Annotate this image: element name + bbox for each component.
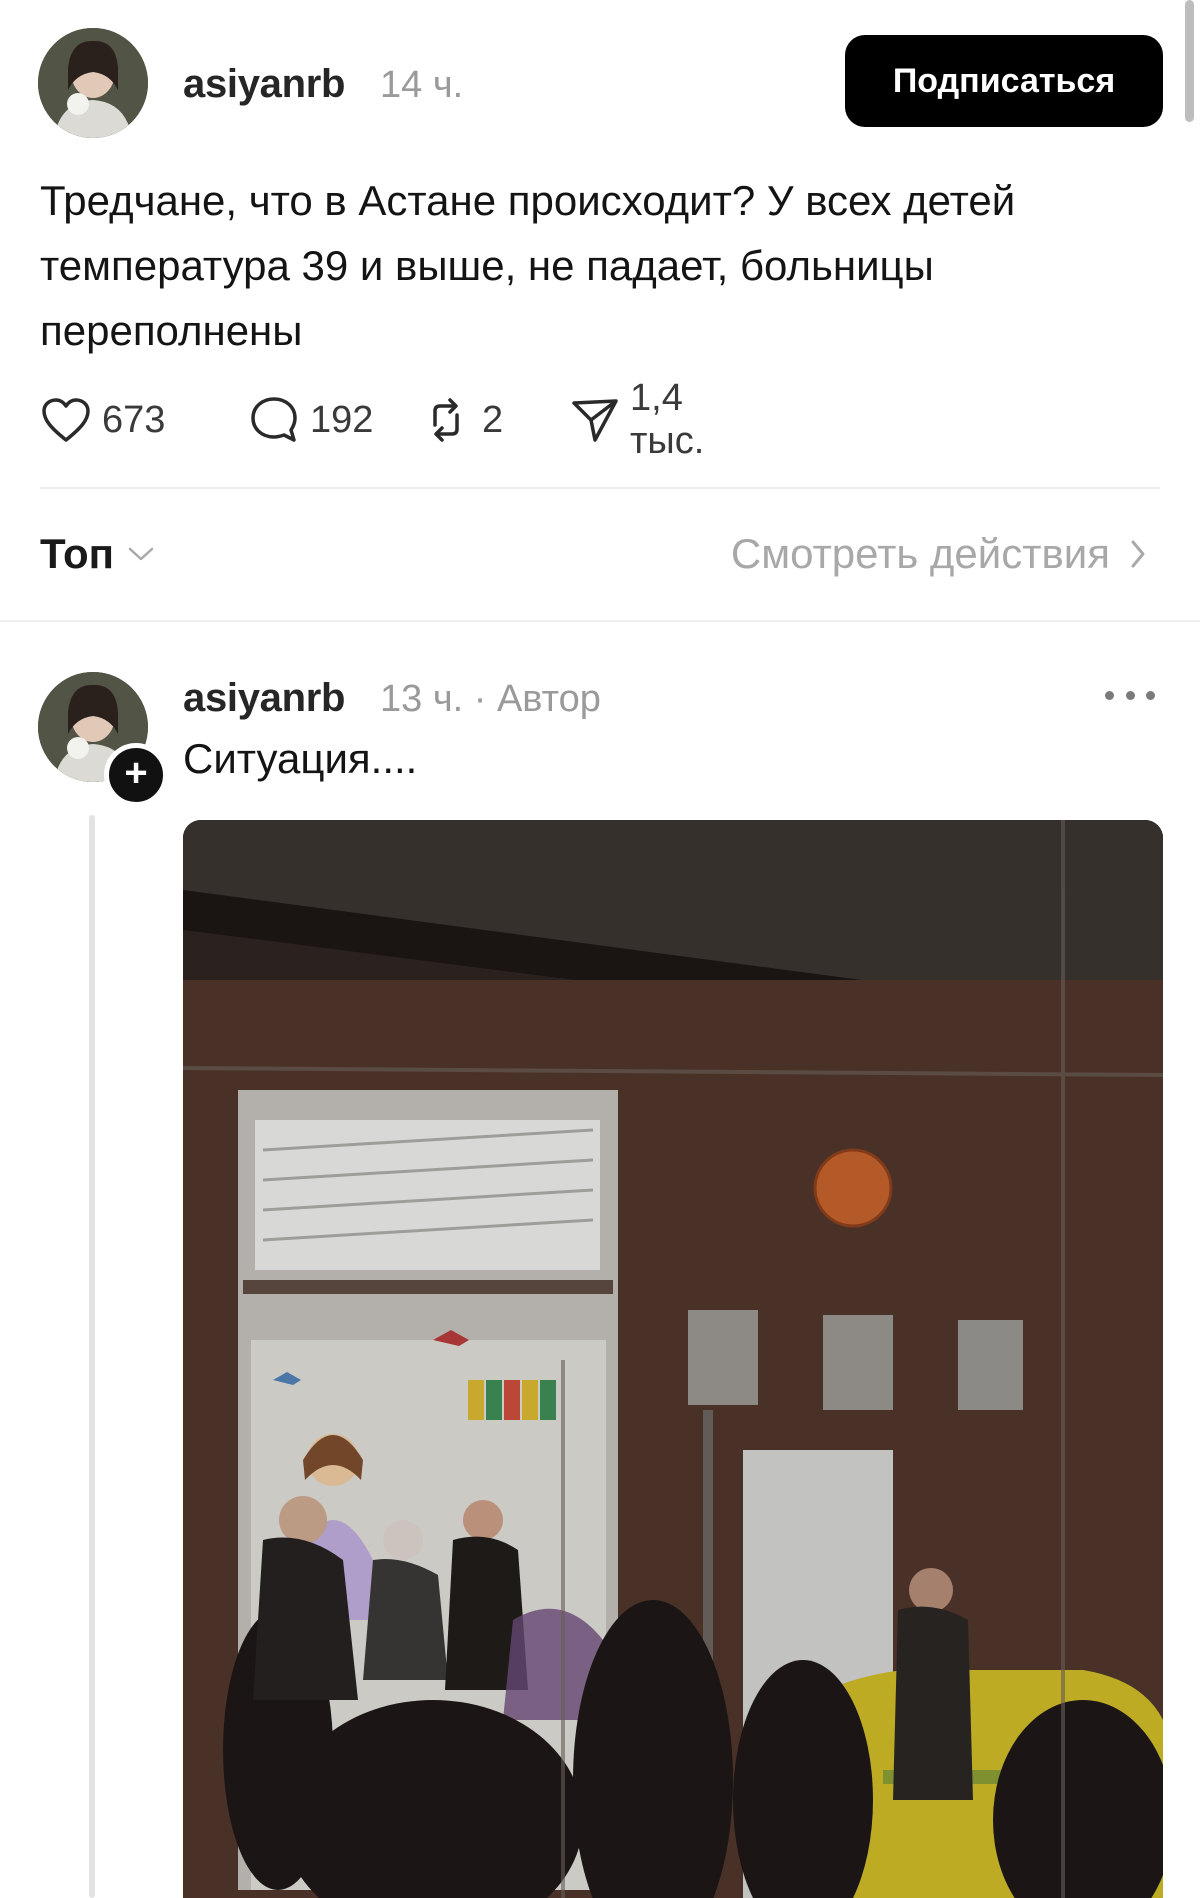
share-button[interactable]: 1,4 тыс. [570, 377, 706, 462]
more-dot [1125, 690, 1135, 700]
section-divider [0, 620, 1200, 622]
repost-count: 2 [482, 398, 504, 441]
like-count: 673 [102, 398, 166, 441]
like-button[interactable]: 673 [40, 390, 165, 450]
send-icon [570, 394, 620, 446]
comment-bubble-icon [248, 394, 300, 446]
chevron-right-icon [1128, 538, 1148, 570]
view-activity-link[interactable]: Смотреть действия [731, 530, 1148, 578]
comment-button[interactable]: 192 [248, 390, 373, 450]
more-dot [1146, 690, 1155, 700]
more-options-button[interactable] [1105, 680, 1155, 710]
reply-meta: 13 ч. · Автор [380, 678, 601, 720]
more-dots-icon [1105, 690, 1114, 700]
share-count: 1,4 тыс. [630, 377, 705, 462]
scrollbar[interactable] [1185, 0, 1194, 122]
chevron-down-icon [126, 544, 156, 564]
follow-button[interactable]: Подписаться [845, 35, 1163, 127]
follow-plus-button[interactable]: + [104, 743, 168, 807]
reply-username[interactable]: asiyanrb [183, 676, 345, 721]
comment-count: 192 [310, 398, 374, 441]
reply-photo[interactable] [183, 820, 1163, 1898]
divider [40, 487, 1160, 489]
sort-dropdown[interactable]: Топ [40, 530, 156, 578]
post-text: Тредчане, что в Астане происходит? У все… [40, 177, 1016, 354]
heart-icon [40, 394, 92, 446]
repost-icon [420, 394, 472, 446]
avatar[interactable] [38, 28, 148, 138]
repost-button[interactable]: 2 [420, 390, 503, 450]
activity-label: Смотреть действия [730, 530, 1110, 577]
thread-line [89, 815, 95, 1898]
post-username[interactable]: asiyanrb [183, 62, 345, 107]
post-time: 14 ч. [380, 64, 464, 106]
reply-text: Ситуация.... [183, 735, 418, 782]
sort-label: Топ [40, 530, 115, 577]
plus-icon: + [124, 751, 148, 795]
